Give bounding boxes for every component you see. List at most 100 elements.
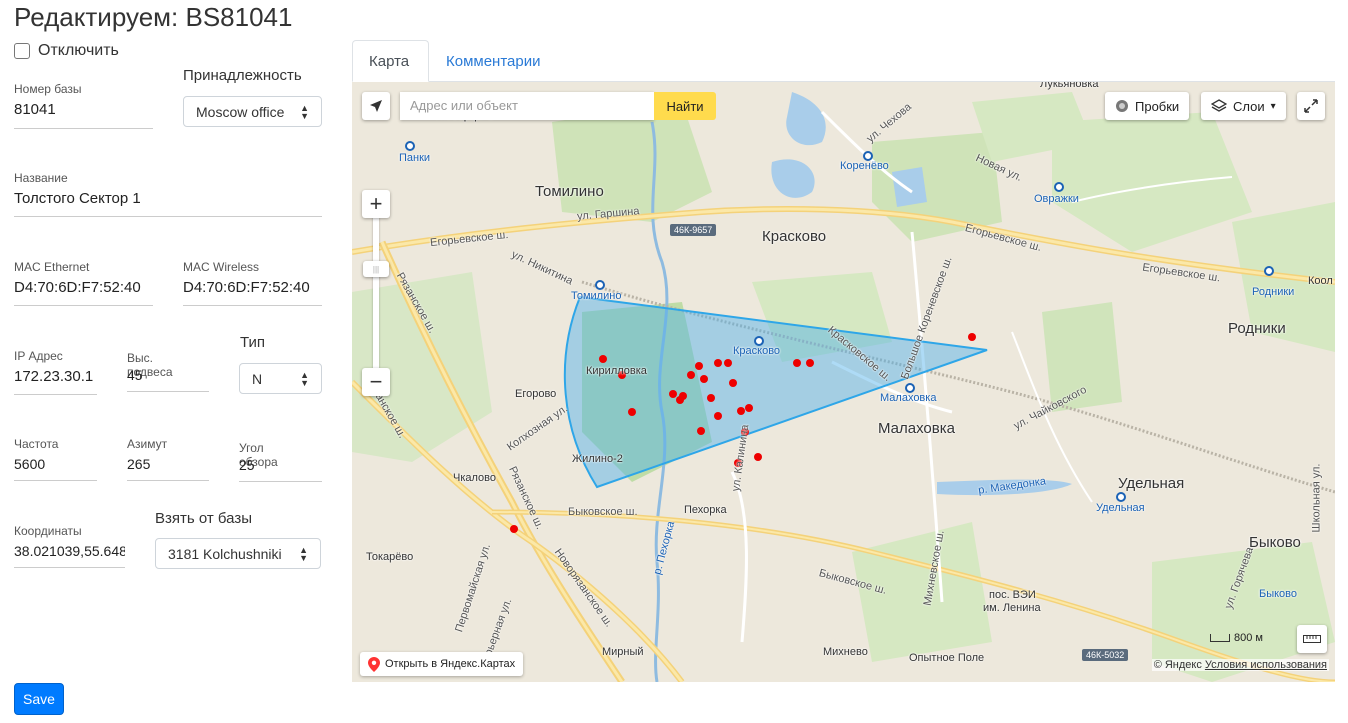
layers-icon	[1211, 99, 1227, 112]
map-label: Кирилловка	[586, 365, 647, 377]
traffic-button[interactable]: Пробки	[1105, 92, 1190, 120]
map-label: Опытное Поле	[909, 652, 985, 664]
height-field[interactable]: Выс. подвеса 45	[127, 350, 209, 392]
chevron-down-icon: ▾	[1270, 100, 1276, 112]
disable-checkbox[interactable]	[14, 43, 30, 59]
open-in-yandex-maps-label: Открыть в Яндекс.Картах	[385, 658, 516, 670]
angle-field[interactable]: Угол обзора 25	[239, 440, 322, 482]
fullscreen-button[interactable]	[1297, 92, 1325, 120]
take-from-base-select[interactable]: 3181 Kolchushniki ▲ ▼	[155, 538, 321, 569]
disable-row[interactable]: Отключить	[14, 42, 119, 60]
route-badge: 46К-5032	[1082, 649, 1129, 661]
type-label: Тип	[240, 334, 266, 351]
zoom-slider-track[interactable]	[373, 216, 379, 368]
mac-ethernet-label: MAC Ethernet	[14, 260, 90, 274]
disable-label: Отключить	[38, 42, 119, 59]
route-badge: 46К-9657	[670, 224, 717, 236]
map-label: Удельная	[1118, 475, 1185, 492]
map-label: Томилино	[571, 290, 622, 302]
type-select[interactable]: N ▲ ▼	[239, 363, 322, 394]
map-label: Быково	[1259, 588, 1298, 600]
map-label: Малаховка	[878, 420, 955, 437]
location-arrow-icon	[370, 100, 382, 112]
page-title: Редактируем: BS81041	[14, 2, 293, 32]
map-label: Михнево	[823, 646, 868, 658]
tab-bar: Карта Комментарии	[352, 40, 1335, 82]
map-label: Мирный	[602, 646, 644, 658]
ruler-button[interactable]	[1297, 625, 1327, 653]
map-label: Школьная ул.	[1310, 463, 1323, 533]
ownership-select[interactable]: Moscow office ▲ ▼	[183, 96, 322, 127]
map-label: Быковское ш.	[568, 506, 638, 518]
zoom-slider-thumb[interactable]: |||	[363, 261, 389, 277]
height-underline	[127, 391, 209, 392]
take-from-base-label: Взять от базы	[155, 510, 252, 527]
map-label: Чкалово	[453, 472, 497, 484]
open-in-yandex-maps-button[interactable]: Открыть в Яндекс.Картах	[360, 652, 524, 676]
minus-icon: −	[369, 369, 383, 394]
ownership-label: Принадлежность	[183, 67, 302, 84]
map-label: Томилино	[535, 183, 604, 200]
tab-comments[interactable]: Комментарии	[430, 40, 556, 82]
map-label: Жилино-2	[572, 453, 623, 465]
map-copyright: © Яндекс Условия использования	[1151, 659, 1329, 671]
geolocation-button[interactable]	[362, 92, 390, 120]
map-label: Родники	[1228, 320, 1286, 337]
height-value: 45	[127, 367, 143, 383]
select-caret-icon: ▲ ▼	[299, 544, 308, 563]
mac-wireless-label: MAC Wireless	[183, 260, 260, 274]
type-value: N	[252, 370, 263, 387]
plus-icon: +	[369, 191, 383, 216]
map-label: Коол	[1308, 275, 1333, 287]
map-pin-icon	[368, 656, 380, 672]
map-search-input[interactable]: Адрес или объект	[400, 92, 654, 120]
map-label: Красково	[762, 228, 827, 245]
map-find-button[interactable]: Найти	[654, 92, 716, 120]
coords-label: Координаты	[14, 524, 82, 538]
map-label: Овражки	[1034, 193, 1079, 205]
map-canvas	[352, 82, 1335, 682]
expand-icon	[1304, 99, 1318, 113]
map-label: Панки	[399, 152, 431, 164]
ruler-icon	[1303, 635, 1321, 643]
map-view[interactable]: Томилино Красково Малаховка Родники Удел…	[352, 82, 1335, 682]
angle-underline	[239, 481, 322, 482]
map-label: Родники	[1252, 286, 1295, 298]
map-label: пос. ВЭИ	[989, 589, 1036, 601]
layers-label: Слои	[1233, 98, 1265, 114]
mac-wireless-input[interactable]: D4:70:6D:F7:52:40	[183, 278, 322, 306]
azimuth-input[interactable]: 265	[127, 454, 209, 481]
zoom-out-button[interactable]: −	[362, 368, 390, 396]
frequency-input[interactable]: 5600	[14, 454, 97, 481]
layers-button[interactable]: Слои ▾	[1201, 92, 1286, 120]
select-caret-icon: ▲ ▼	[300, 369, 309, 388]
scale-bar	[1210, 634, 1230, 642]
coords-input[interactable]: 38.021039,55.648	[14, 541, 125, 568]
map-label: Коренёво	[840, 160, 889, 172]
zoom-in-button[interactable]: +	[362, 190, 390, 218]
map-label: им. Ленина	[983, 602, 1041, 614]
save-button[interactable]: Save	[14, 683, 64, 715]
tab-map[interactable]: Карта	[352, 40, 429, 82]
terms-link[interactable]: Условия использования	[1205, 659, 1327, 671]
mac-ethernet-input[interactable]: D4:70:6D:F7:52:40	[14, 278, 153, 306]
map-label: Лукьяновка	[1040, 82, 1099, 90]
traffic-icon	[1116, 100, 1128, 112]
ip-input[interactable]: 172.23.30.1	[14, 367, 97, 395]
map-label: Егорово	[515, 388, 557, 400]
name-label: Название	[14, 171, 68, 185]
map-scale: 800 м	[1210, 632, 1263, 644]
select-caret-icon: ▲ ▼	[300, 102, 309, 121]
ownership-value: Moscow office	[196, 103, 285, 120]
name-input[interactable]: Толстого Сектор 1	[14, 189, 322, 217]
scale-label: 800 м	[1234, 632, 1263, 644]
azimuth-label: Азимут	[127, 437, 168, 451]
base-number-input[interactable]: 81041	[14, 100, 153, 129]
take-from-base-value: 3181 Kolchushniki	[168, 545, 282, 562]
base-number-label: Номер базы	[14, 82, 82, 96]
angle-value: 25	[239, 457, 255, 473]
map-label: Быково	[1249, 534, 1301, 551]
frequency-label: Частота	[14, 437, 59, 451]
traffic-label: Пробки	[1135, 98, 1180, 114]
copyright-text: © Яндекс	[1153, 659, 1202, 671]
